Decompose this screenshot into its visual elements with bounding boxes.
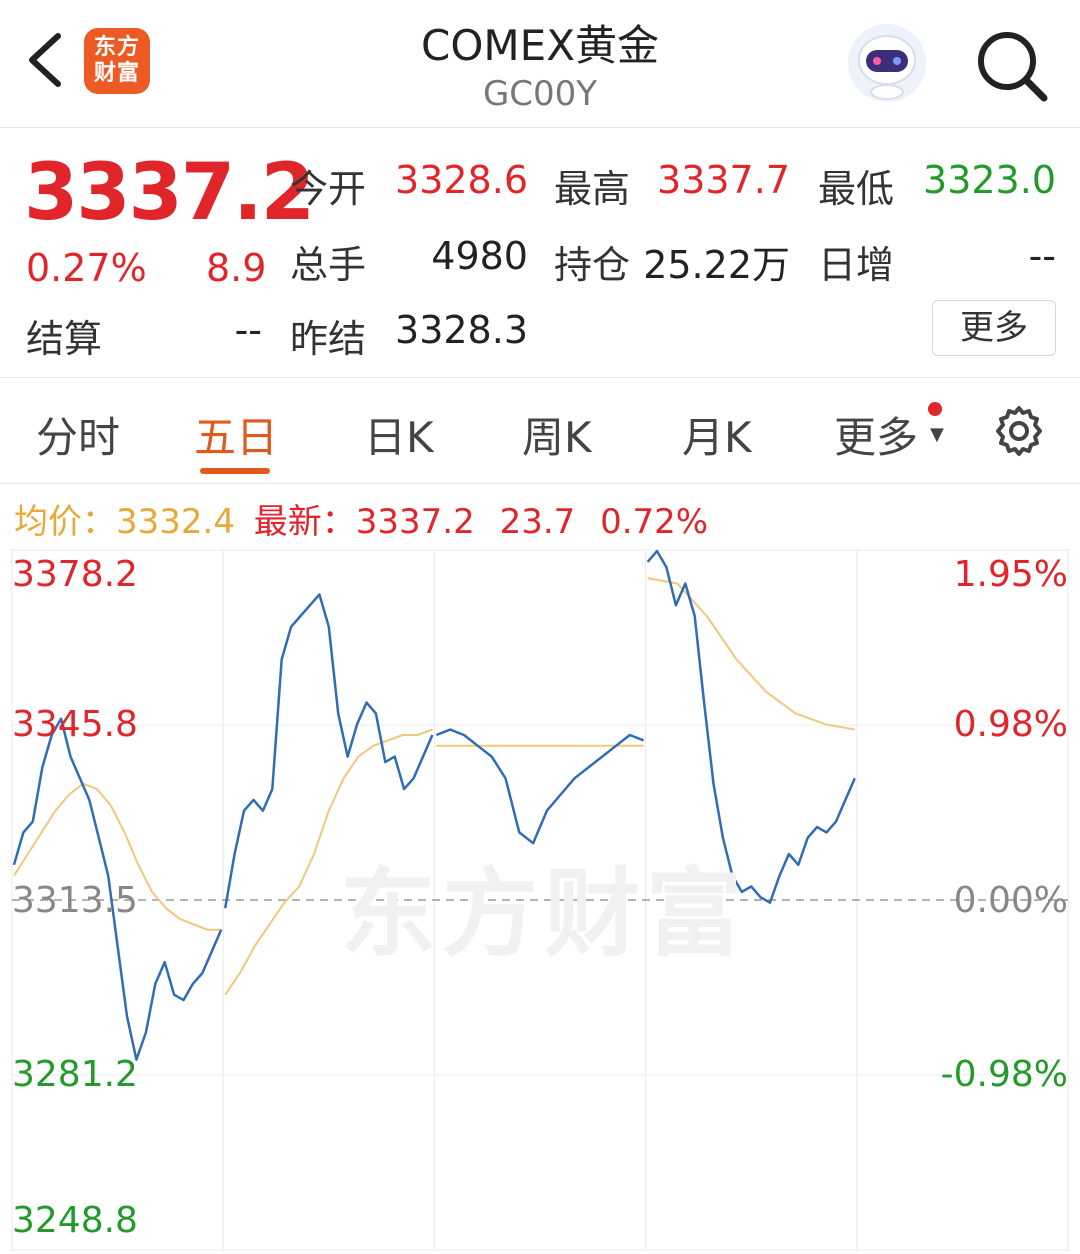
tab-daily-k[interactable]: 日K — [364, 404, 434, 465]
dropdown-caret-icon: ▼ — [930, 424, 944, 445]
open-interest-value: 25.22万 — [643, 243, 790, 287]
daily-increase-label: 日增 — [818, 243, 895, 287]
prev-settlement-label: 昨结 — [290, 317, 367, 361]
settlement-label: 结算 — [26, 317, 103, 361]
chart-info-line: 均价：3332.4 最新：3337.2 23.7 0.72% — [14, 494, 708, 543]
gear-icon[interactable] — [992, 404, 1046, 458]
tab-five-day[interactable]: 五日 — [194, 404, 278, 465]
change-amount: 8.9 — [206, 246, 267, 290]
robot-assistant-icon[interactable] — [846, 22, 928, 104]
tab-more[interactable]: 更多 — [834, 404, 918, 465]
open-interest-label: 持仓 — [554, 243, 631, 287]
chart-period-tabs: 分时 五日 日K 周K 月K 更多 ▼ — [0, 380, 1080, 484]
y-right-tick: 1.95% — [953, 554, 1068, 595]
avg-value: 3332.4 — [116, 502, 235, 542]
latest-value: 3337.2 — [355, 502, 475, 542]
y-left-tick: 3378.2 — [12, 554, 138, 595]
open-label: 今开 — [290, 167, 367, 211]
tab-monthly-k[interactable]: 月K — [682, 404, 752, 465]
prev-settlement-value: 3328.3 — [395, 308, 528, 352]
volume-value: 4980 — [431, 234, 528, 278]
low-value: 3323.0 — [923, 158, 1056, 202]
y-right-tick: -0.98% — [940, 1054, 1068, 1095]
notification-dot — [928, 402, 942, 416]
low-label: 最低 — [818, 167, 895, 211]
daily-increase-value: -- — [1028, 234, 1056, 278]
five-day-chart[interactable]: 东方财富 3378.2 3345.8 3313.5 3281.2 3248.8 … — [0, 546, 1080, 1254]
latest-change-percent: 0.72% — [600, 502, 709, 542]
search-icon[interactable] — [974, 28, 1050, 104]
y-left-tick: 3345.8 — [12, 704, 138, 745]
y-left-tick: 3281.2 — [12, 1054, 138, 1095]
high-label: 最高 — [554, 167, 631, 211]
tab-weekly-k[interactable]: 周K — [522, 404, 592, 465]
open-value: 3328.6 — [395, 158, 528, 202]
active-tab-indicator — [200, 468, 270, 474]
tab-intraday[interactable]: 分时 — [36, 404, 120, 465]
y-right-tick: 0.00% — [953, 880, 1068, 921]
more-quote-button[interactable]: 更多 — [932, 300, 1056, 356]
change-percent: 0.27% — [26, 246, 147, 290]
watermark-text: 东方财富 — [340, 858, 748, 970]
top-bar: 东方 财富 COMEX黄金 GC00Y — [0, 0, 1080, 128]
y-right-tick: 0.98% — [953, 704, 1068, 745]
volume-label: 总手 — [290, 243, 367, 287]
high-value: 3337.7 — [657, 158, 790, 202]
quote-panel: 3337.2 0.27% 8.9 今开 3328.6 最高 3337.7 最低 … — [0, 128, 1080, 378]
last-price: 3337.2 — [24, 148, 315, 238]
latest-change: 23.7 — [499, 502, 576, 542]
y-left-tick: 3313.5 — [12, 880, 138, 921]
settlement-value: -- — [234, 308, 262, 352]
latest-label: 最新： — [253, 502, 356, 542]
y-left-tick: 3248.8 — [12, 1200, 138, 1241]
avg-label: 均价： — [14, 502, 116, 542]
